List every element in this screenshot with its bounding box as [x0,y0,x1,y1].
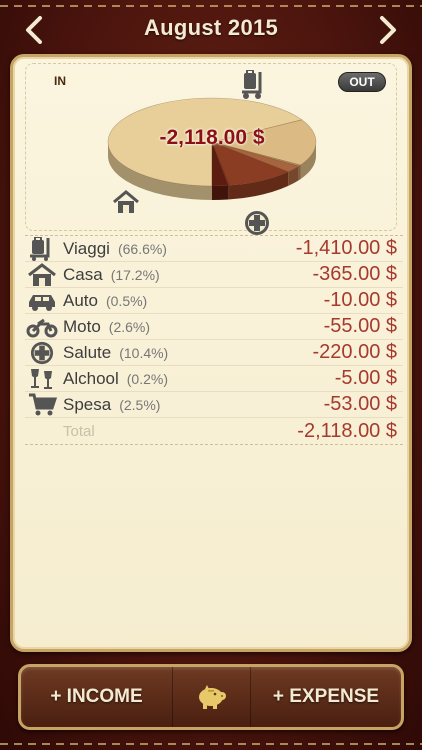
list-item[interactable]: Viaggi (66.6%) -1,410.00 $ [25,236,403,262]
total-row: Total -2,118.00 $ [25,418,403,444]
chart-total-label: -2,118.00 $ [159,126,265,149]
header: August 2015 [0,0,422,56]
category-amount: -5.00 $ [334,367,397,389]
category-name: Casa [63,264,103,284]
medical-cross-icon [245,211,269,235]
add-income-button[interactable]: + INCOME [21,667,173,727]
category-amount: -53.00 $ [323,393,397,415]
shopping-cart-icon [29,393,57,415]
stitch-decoration-bottom [0,743,422,745]
wine-glasses-icon [31,368,52,389]
list-item[interactable]: Casa (17.2%) -365.00 $ [25,262,403,288]
list-item[interactable]: Spesa (2.5%) -53.00 $ [25,392,403,418]
category-name: Moto [63,316,101,336]
category-percent: (2.6%) [108,318,151,335]
category-name: Spesa [63,394,112,414]
add-expense-button[interactable]: + EXPENSE [251,667,401,727]
piggy-bank-button[interactable] [173,667,251,727]
category-percent: (17.2%) [110,266,160,283]
in-label[interactable]: IN [54,74,66,88]
category-name: Alchool [63,368,119,388]
chevron-right-icon [380,16,396,44]
pie-slice-side [228,185,230,200]
category-name: Viaggi [63,238,110,258]
category-percent: (0.5%) [105,292,148,309]
motorcycle-icon [26,318,58,337]
category-amount: -365.00 $ [312,263,397,285]
out-toggle[interactable]: OUT [338,72,386,92]
category-amount: -220.00 $ [312,341,397,363]
category-percent: (0.2%) [126,370,168,387]
action-bar: + INCOME + EXPENSE [18,664,404,730]
house-icon [113,190,139,213]
list-item[interactable]: Auto (0.5%) -10.00 $ [25,288,403,314]
total-label: Total [63,422,95,440]
main-panel: IN OUT -2,118.00 $ Viaggi (66.6%) -1,410… [10,54,412,652]
category-amount: -55.00 $ [323,315,397,337]
car-icon [29,294,55,311]
total-amount: -2,118.00 $ [297,419,397,442]
prev-month-button[interactable] [18,14,50,46]
category-amount: -1,410.00 $ [295,237,397,259]
expense-list: Viaggi (66.6%) -1,410.00 $ Casa (17.2%) … [25,235,403,445]
luggage-cart-icon [30,236,50,261]
piggy-bank-icon [198,685,226,709]
next-month-button[interactable] [372,14,404,46]
category-percent: (66.6%) [117,240,167,257]
medical-cross-icon [30,341,54,364]
list-item[interactable]: Salute (10.4%) -220.00 $ [25,340,403,366]
pie-slice-side [212,185,229,200]
chart-area: IN OUT -2,118.00 $ [25,63,397,235]
list-item[interactable]: Alchool (0.2%) -5.00 $ [25,366,403,392]
house-icon [28,262,56,286]
chevron-left-icon [26,16,42,44]
category-percent: (2.5%) [119,396,161,413]
list-item[interactable]: Moto (2.6%) -55.00 $ [25,314,403,340]
category-name: Auto [63,290,98,310]
category-amount: -10.00 $ [323,289,397,311]
category-name: Salute [63,342,112,362]
category-percent: (10.4%) [119,344,169,361]
month-title: August 2015 [143,15,279,40]
pie-slice-side [298,165,301,181]
